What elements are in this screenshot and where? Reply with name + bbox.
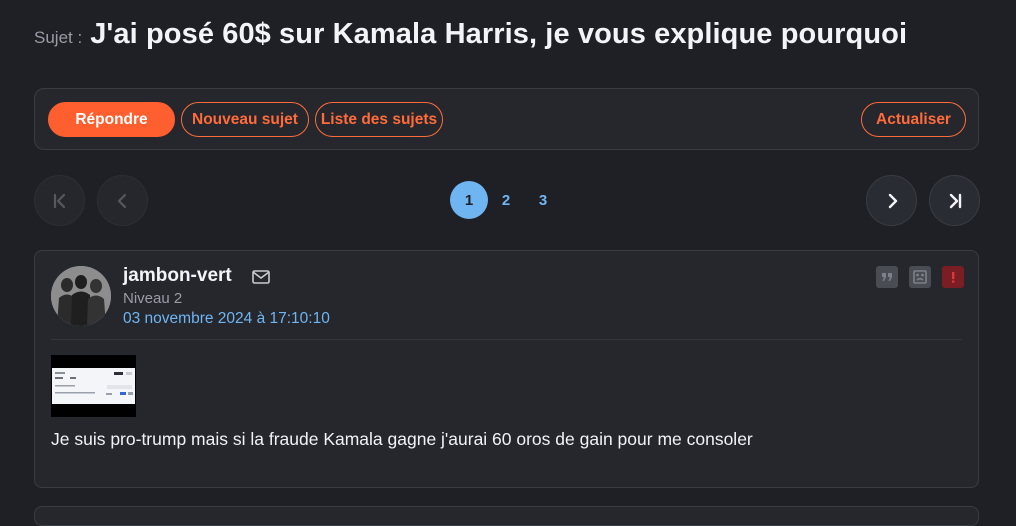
author-level: Niveau 2 — [123, 290, 183, 307]
image-thumbnail[interactable] — [51, 355, 136, 417]
mail-icon[interactable] — [251, 268, 271, 286]
quote-button[interactable] — [876, 266, 898, 288]
page-link-2[interactable]: 2 — [487, 181, 525, 219]
quote-icon — [882, 273, 892, 281]
topic-list-button[interactable]: Liste des sujets — [315, 102, 443, 137]
last-page-icon — [949, 193, 961, 208]
topic-header: Sujet : J'ai posé 60$ sur Kamala Harris,… — [34, 18, 907, 51]
post-author[interactable]: jambon-vert — [123, 265, 232, 287]
page-link-1[interactable]: 1 — [450, 181, 488, 219]
page-link-3[interactable]: 3 — [524, 181, 562, 219]
sad-face-icon — [913, 270, 927, 284]
report-icon — [952, 272, 955, 283]
next-post-card — [34, 506, 979, 526]
avatar[interactable] — [51, 266, 111, 326]
new-topic-button[interactable]: Nouveau sujet — [181, 102, 309, 137]
forum-post: jambon-vert Niveau 2 03 novembre 2024 à … — [34, 250, 979, 488]
post-actions — [876, 266, 964, 288]
post-divider — [51, 339, 962, 340]
first-page-icon — [53, 193, 65, 208]
post-body: Je suis pro-trump mais si la fraude Kama… — [51, 429, 753, 449]
previous-page-button[interactable] — [97, 175, 148, 226]
last-page-button[interactable] — [929, 175, 980, 226]
first-page-button[interactable] — [34, 175, 85, 226]
report-button[interactable] — [942, 266, 964, 288]
chevron-left-icon — [117, 193, 126, 208]
refresh-button[interactable]: Actualiser — [861, 102, 966, 137]
next-page-button[interactable] — [866, 175, 917, 226]
page-title: J'ai posé 60$ sur Kamala Harris, je vous… — [90, 18, 908, 50]
topic-prefix: Sujet : — [34, 28, 83, 47]
action-bar: Répondre Nouveau sujet Liste des sujets … — [34, 88, 979, 150]
chevron-right-icon — [888, 193, 897, 208]
post-date[interactable]: 03 novembre 2024 à 17:10:10 — [123, 310, 330, 328]
sad-reaction-button[interactable] — [909, 266, 931, 288]
reply-button[interactable]: Répondre — [48, 102, 175, 137]
